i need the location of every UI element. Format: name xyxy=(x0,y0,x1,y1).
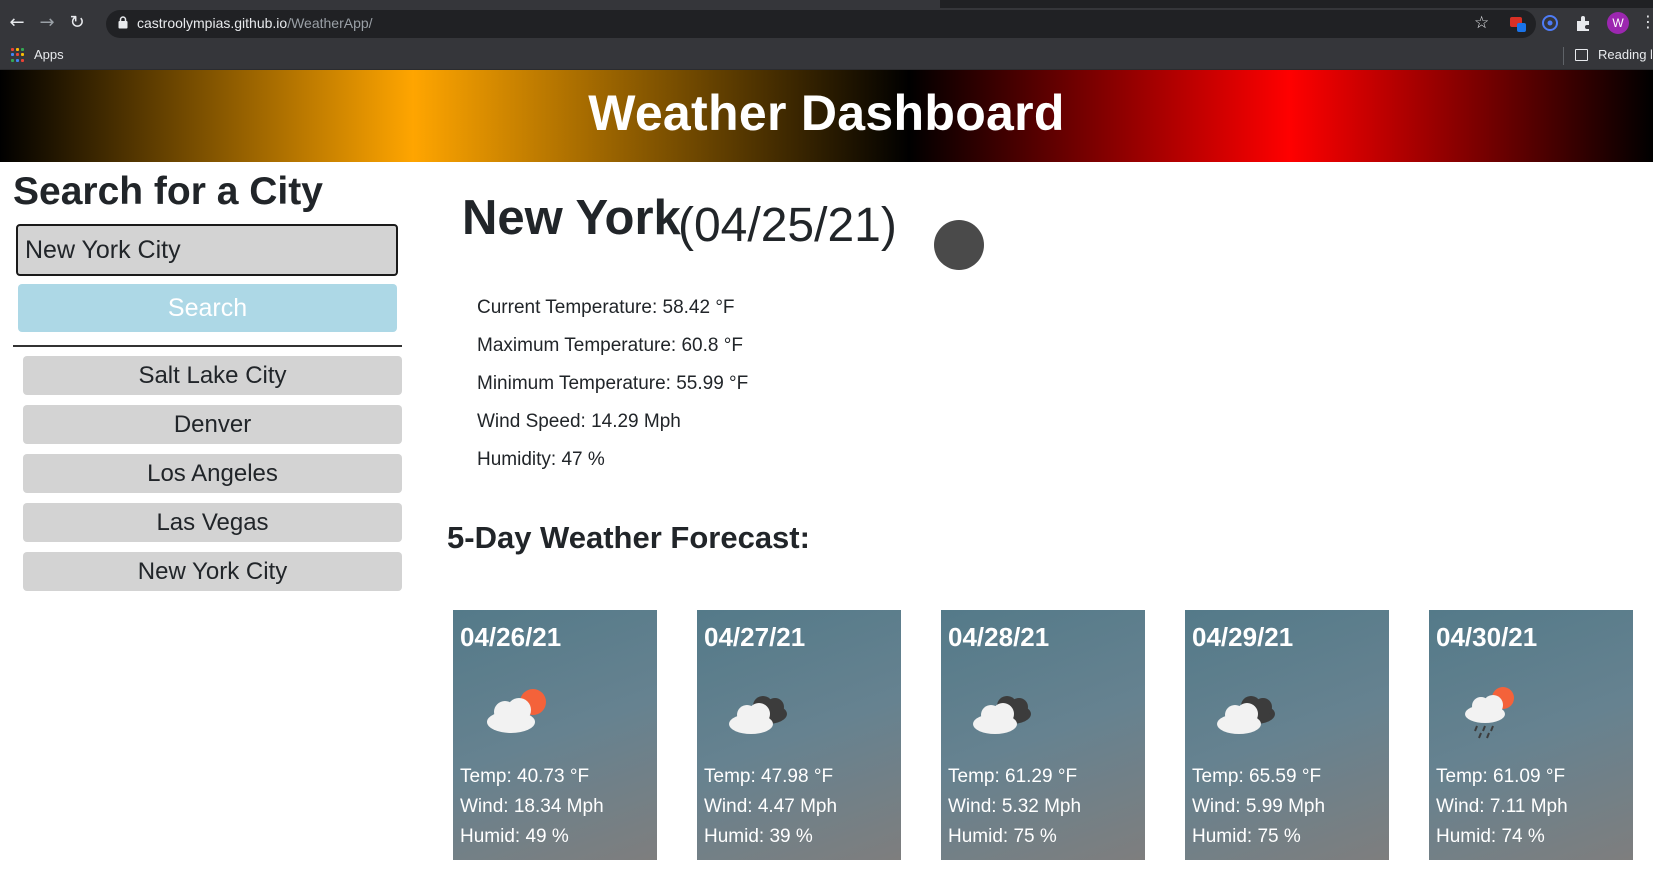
minimum-temperature: Minimum Temperature: 55.99 °F xyxy=(477,373,749,394)
forecast-date: 04/27/21 xyxy=(704,622,806,652)
forecast-heading: 5-Day Weather Forecast: xyxy=(447,520,810,555)
forecast-temp: Temp: 47.98 °F xyxy=(704,766,834,787)
forecast-card: 04/27/21 Temp: 47.98 °F Wind: 4.47 Mph H… xyxy=(697,610,901,860)
forecast-temp: Temp: 40.73 °F xyxy=(460,766,590,787)
forecast-wind: Wind: 5.32 Mph xyxy=(948,796,1082,817)
forecast-date: 04/29/21 xyxy=(1192,622,1294,652)
page: Weather Dashboard Search for a City Sear… xyxy=(0,70,1653,884)
current-weather-details: Current Temperature: 58.42 °F Maximum Te… xyxy=(477,296,748,486)
extension-icon[interactable] xyxy=(1540,13,1560,33)
forecast-humidity: Humid: 75 % xyxy=(1192,826,1301,847)
city-search-input[interactable] xyxy=(16,224,398,276)
forecast-wind: Wind: 5.99 Mph xyxy=(1192,796,1326,817)
forecast-card: 04/28/21 Temp: 61.29 °F Wind: 5.32 Mph H… xyxy=(941,610,1145,860)
page-title: Weather Dashboard xyxy=(588,85,1065,141)
url-text[interactable]: castroolympias.github.io/WeatherApp/ xyxy=(137,15,373,31)
reload-icon[interactable]: ↻ xyxy=(66,12,88,34)
wind-speed: Wind Speed: 14.29 Mph xyxy=(477,411,681,432)
menu-icon[interactable]: ⋮ xyxy=(1640,12,1653,31)
reading-list-icon[interactable] xyxy=(1575,49,1588,61)
forecast-date: 04/30/21 xyxy=(1436,622,1538,652)
weather-icon xyxy=(934,220,984,270)
forward-arrow-icon[interactable]: → xyxy=(36,12,58,34)
forecast-wind: Wind: 7.11 Mph xyxy=(1436,796,1568,817)
forecast-card: 04/29/21 Temp: 65.59 °F Wind: 5.99 Mph H… xyxy=(1185,610,1389,860)
history-item-los-angeles[interactable]: Los Angeles xyxy=(23,454,402,493)
profile-avatar[interactable]: W xyxy=(1607,12,1629,34)
bookmarks-bar xyxy=(0,42,1653,70)
partly-cloudy-icon xyxy=(487,689,546,733)
forecast-temp: Temp: 61.09 °F xyxy=(1436,766,1566,787)
forecast-humidity: Humid: 39 % xyxy=(704,826,813,847)
current-city-name: New York xyxy=(462,191,681,245)
current-temperature: Current Temperature: 58.42 °F xyxy=(477,297,735,318)
extensions-icon[interactable] xyxy=(1573,13,1593,33)
history-item-salt-lake-city[interactable]: Salt Lake City xyxy=(23,356,402,395)
forecast-wind: Wind: 4.47 Mph xyxy=(704,796,838,817)
rain-icon xyxy=(1465,687,1514,739)
back-arrow-icon[interactable]: ← xyxy=(6,12,28,34)
forecast-humidity: Humid: 75 % xyxy=(948,826,1057,847)
tab-strip xyxy=(0,0,1653,8)
history-item-denver[interactable]: Denver xyxy=(23,405,402,444)
current-date: (04/25/21) xyxy=(678,199,897,252)
extension-badge-icon[interactable] xyxy=(1508,13,1528,33)
broken-clouds-icon xyxy=(973,696,1031,734)
active-tab[interactable] xyxy=(0,0,940,8)
reading-list-button[interactable]: Reading list xyxy=(1598,47,1653,62)
forecast-humidity: Humid: 74 % xyxy=(1436,826,1545,847)
sidebar-divider xyxy=(13,345,402,347)
search-button[interactable]: Search xyxy=(18,284,397,332)
forecast-temp: Temp: 61.29 °F xyxy=(948,766,1078,787)
history-item-las-vegas[interactable]: Las Vegas xyxy=(23,503,402,542)
star-icon[interactable]: ☆ xyxy=(1474,13,1489,33)
forecast-card: 04/30/21 Temp: 61.09 °F Wind: 7.11 Mph H… xyxy=(1429,610,1633,860)
broken-clouds-icon xyxy=(729,696,787,734)
apps-bookmark[interactable]: Apps xyxy=(34,47,64,62)
forecast-humidity: Humid: 49 % xyxy=(460,826,569,847)
search-history-list: Salt Lake City Denver Los Angeles Las Ve… xyxy=(23,356,403,601)
header-banner: Weather Dashboard xyxy=(0,70,1653,162)
humidity: Humidity: 47 % xyxy=(477,449,605,470)
forecast-date: 04/26/21 xyxy=(460,622,562,652)
maximum-temperature: Maximum Temperature: 60.8 °F xyxy=(477,335,743,356)
history-item-new-york-city[interactable]: New York City xyxy=(23,552,402,591)
apps-icon[interactable] xyxy=(11,48,25,62)
broken-clouds-icon xyxy=(1217,696,1275,734)
search-heading: Search for a City xyxy=(13,170,323,213)
bookmarks-divider xyxy=(1563,47,1564,65)
lock-icon[interactable] xyxy=(118,16,128,29)
forecast-temp: Temp: 65.59 °F xyxy=(1192,766,1322,787)
forecast-card: 04/26/21 Temp: 40.73 °F Wind: 18.34 Mph … xyxy=(453,610,657,860)
forecast-wind: Wind: 18.34 Mph xyxy=(460,796,604,817)
forecast-date: 04/28/21 xyxy=(948,622,1050,652)
